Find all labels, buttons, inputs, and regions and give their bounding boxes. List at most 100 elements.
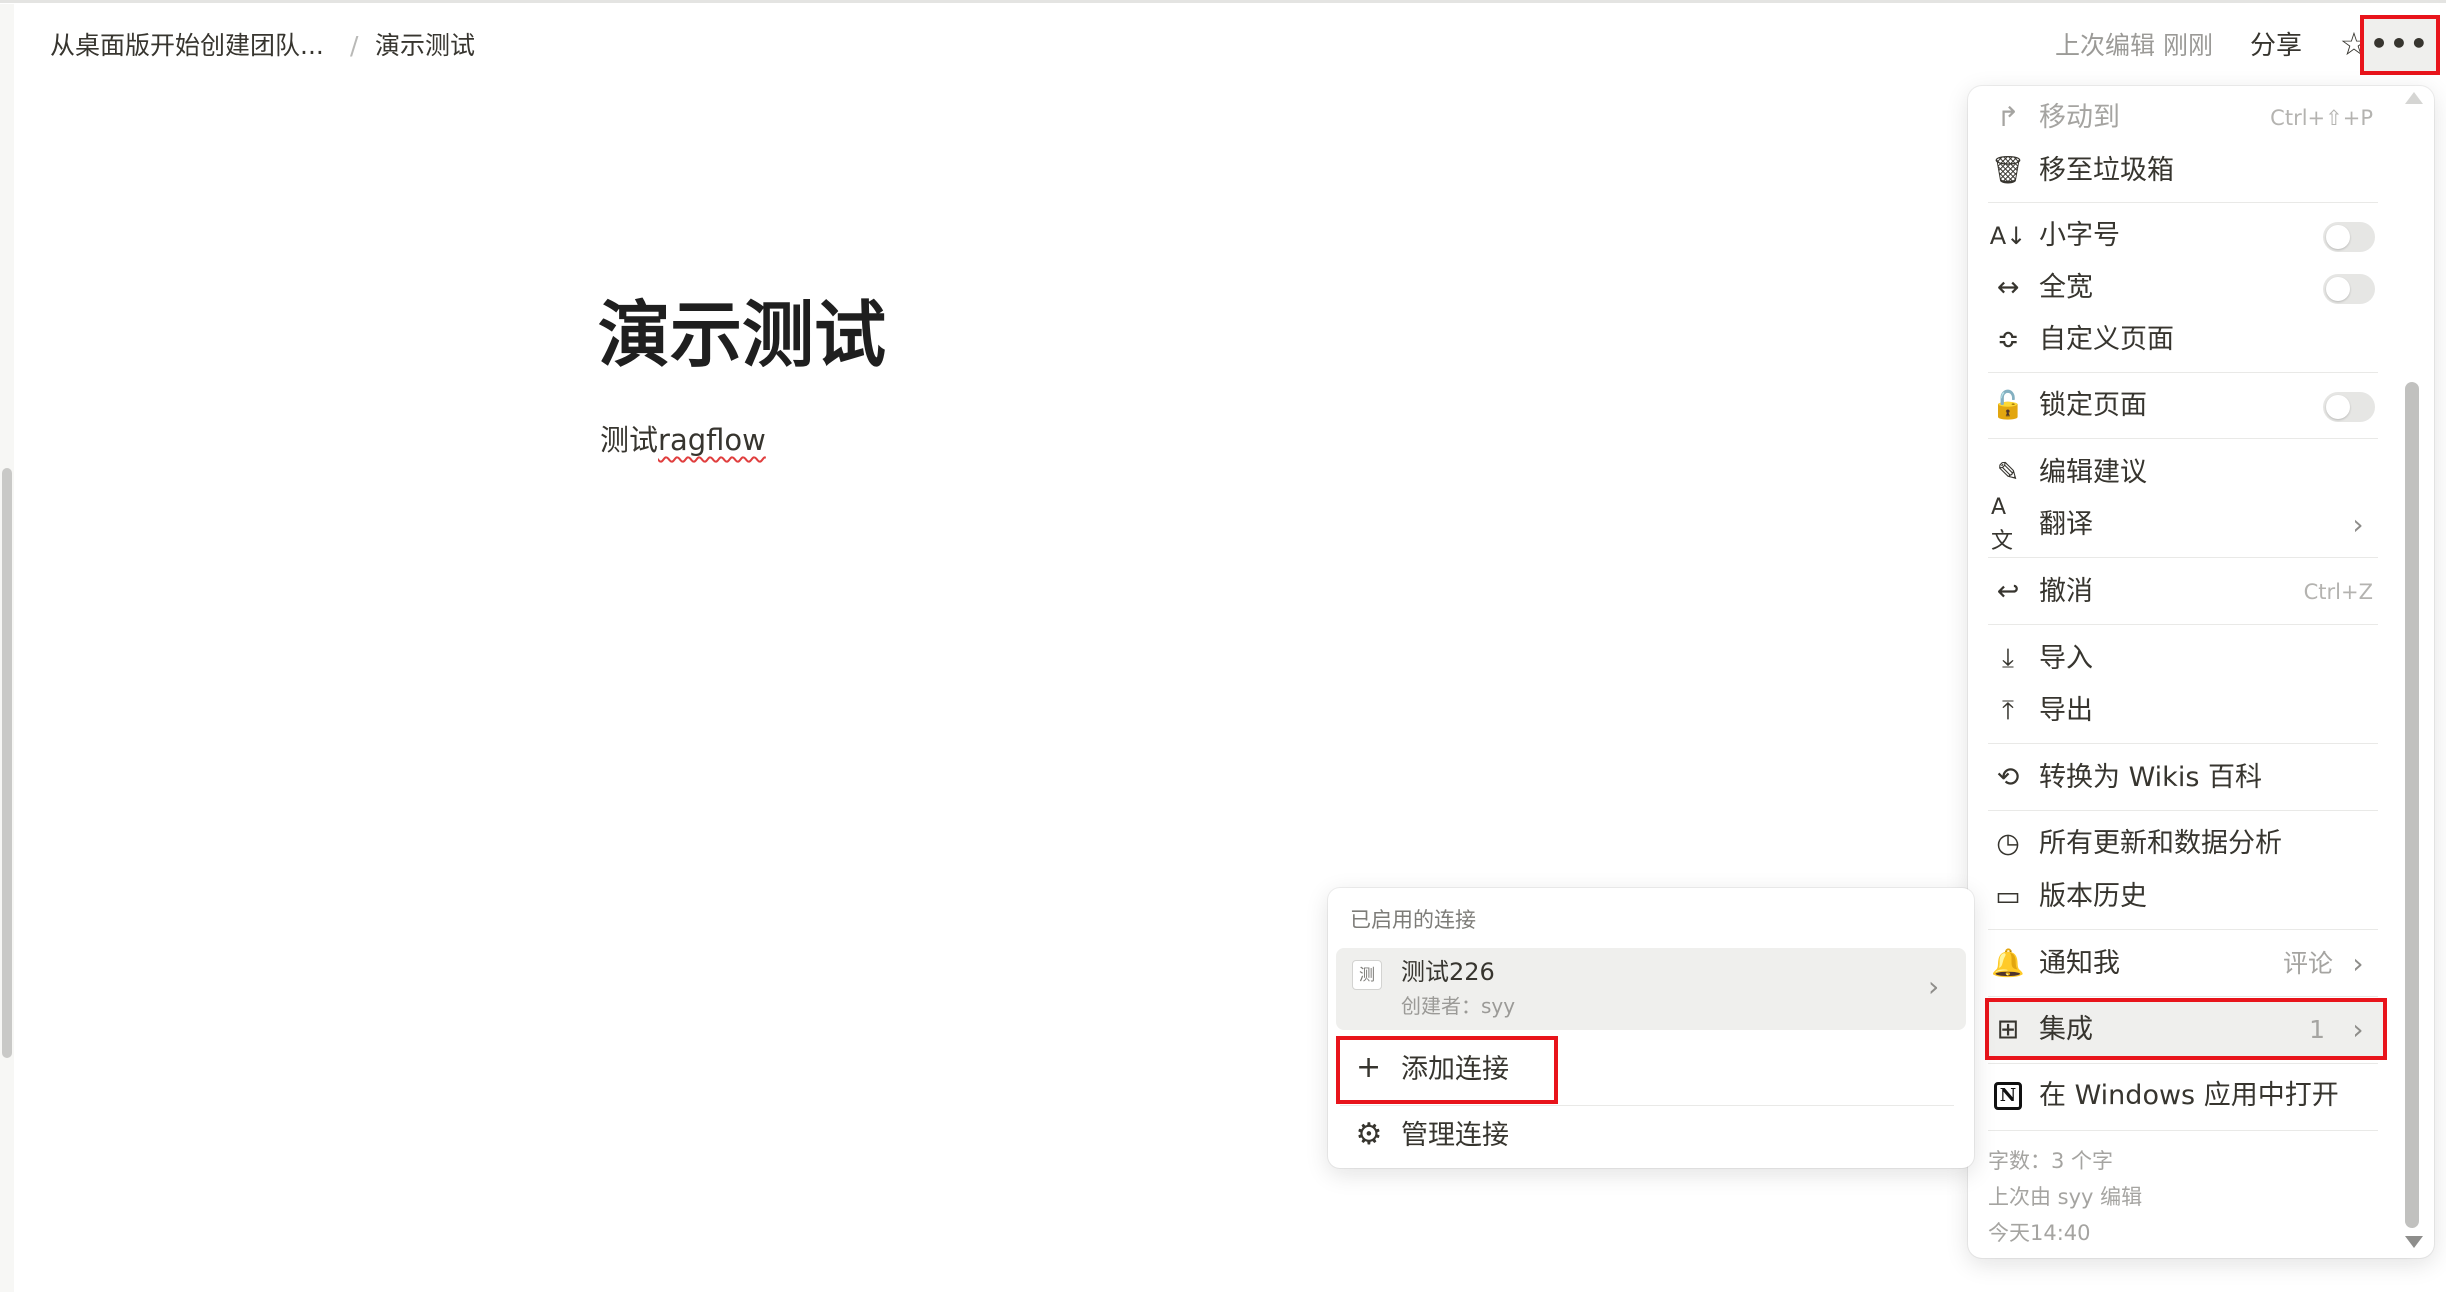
menu-item-updates-analytics[interactable]: ◷ 所有更新和数据分析 (1985, 821, 2379, 867)
menu-scroll-up-arrow[interactable] (2405, 92, 2423, 104)
lock-open-icon: 🔓 (1991, 390, 2025, 421)
breadcrumb-current[interactable]: 演示测试 (375, 28, 475, 64)
page-title[interactable]: 演示测试 (598, 290, 886, 380)
menu-item-open-in-windows[interactable]: N 在 Windows 应用中打开 (1985, 1073, 2379, 1119)
menu-divider (1988, 438, 2378, 439)
menu-item-label: 移至垃圾箱 (2039, 155, 2174, 186)
menu-divider (1988, 743, 2378, 744)
menu-item-import[interactable]: ⤓ 导入 (1985, 636, 2379, 682)
page-scrollbar[interactable] (2, 468, 12, 1058)
trash-icon: 🗑 (1990, 155, 2026, 186)
breadcrumb-parent[interactable]: 从桌面版开始创建团队... (50, 28, 324, 64)
breadcrumb-separator: / (350, 31, 359, 60)
gear-icon: ⚙ (1355, 1117, 1383, 1152)
menu-item-lock-page[interactable]: 🔓 锁定页面 (1985, 383, 2379, 429)
notion-icon: N (1994, 1082, 2022, 1110)
add-connection-label[interactable]: 添加连接 (1401, 1052, 1509, 1088)
bell-icon: 🔔 (1991, 948, 2025, 979)
arrow-turn-right-icon: ↱ (1996, 102, 2020, 133)
notify-value: 评论 (2282, 949, 2333, 978)
menu-item-label: 导入 (2039, 643, 2093, 674)
connection-creator: 创建者：syy (1401, 994, 1516, 1018)
page-body-text[interactable]: 测试ragflow (600, 420, 766, 460)
last-edited-time: 今天14:40 (1988, 1221, 2091, 1245)
chevron-right-icon: › (1928, 970, 1940, 1003)
chevron-right-icon: › (2352, 508, 2364, 541)
submenu-divider (1340, 1105, 1954, 1106)
menu-item-label: 撤消 (2039, 576, 2093, 607)
plus-icon: + (1356, 1050, 1382, 1085)
menu-divider (1988, 810, 2378, 811)
menu-item-label: 集成 (2039, 1014, 2093, 1045)
menu-divider (1988, 557, 2378, 558)
menu-item-label: 转换为 Wikis 百科 (2039, 762, 2262, 793)
export-icon: ⤒ (2002, 695, 2014, 726)
menu-scroll-down-arrow[interactable] (2405, 1236, 2423, 1248)
menu-item-label: 自定义页面 (2039, 324, 2174, 355)
menu-item-label: 锁定页面 (2039, 390, 2147, 421)
menu-item-full-width[interactable]: ↔ 全宽 (1985, 265, 2379, 311)
integrations-count: 1 (2309, 1015, 2325, 1044)
menu-item-customize-page[interactable]: ≎ 自定义页面 (1985, 317, 2379, 363)
menu-divider (1988, 202, 2378, 203)
word-count: 字数：3 个字 (1988, 1149, 2114, 1173)
edit-suggest-icon: ✎ (1996, 457, 2020, 488)
menu-item-integrations[interactable]: ⊞ 集成 1 › (1985, 1007, 2379, 1053)
connection-name: 测试226 (1401, 958, 1495, 986)
clock-icon: ◷ (1996, 828, 2020, 859)
lock-page-toggle[interactable] (2323, 392, 2375, 422)
menu-divider (1988, 372, 2378, 373)
menu-item-label: 编辑建议 (2039, 457, 2147, 488)
shortcut-hint: Ctrl+Z (2303, 580, 2373, 604)
menu-item-version-history[interactable]: ▭ 版本历史 (1985, 874, 2379, 920)
small-text-toggle[interactable] (2323, 222, 2375, 252)
menu-item-label: 导出 (2039, 695, 2093, 726)
menu-item-label: 在 Windows 应用中打开 (2039, 1080, 2339, 1111)
convert-icon: ⟲ (1996, 762, 2020, 793)
menu-item-undo[interactable]: ↩ 撤消 Ctrl+Z (1985, 569, 2379, 615)
undo-icon: ↩ (1996, 576, 2020, 607)
menu-item-move-to[interactable]: ↱ 移动到 Ctrl+⇧+P (1985, 95, 2379, 141)
connections-heading: 已启用的连接 (1350, 908, 1476, 932)
ellipsis-icon: ••• (2370, 27, 2430, 60)
notion-icon-wrap: N (1991, 1079, 2025, 1113)
menu-item-label: 通知我 (2039, 948, 2120, 979)
menu-item-translate[interactable]: A文 翻译 › (1985, 495, 2379, 554)
menu-divider (1988, 1063, 2378, 1064)
import-icon: ⤓ (2002, 643, 2014, 674)
last-edited-status: 上次编辑 刚刚 (2055, 31, 2213, 60)
connection-avatar: 测 (1352, 960, 1382, 990)
last-edited-by: 上次由 syy 编辑 (1988, 1185, 2143, 1209)
menu-divider (1988, 1130, 2378, 1131)
menu-item-label: 所有更新和数据分析 (2039, 828, 2282, 859)
menu-divider (1988, 996, 2378, 997)
menu-item-trash[interactable]: 🗑 移至垃圾箱 (1985, 148, 2379, 194)
chevron-right-icon: › (2352, 947, 2364, 980)
menu-item-small-text[interactable]: A↓ 小字号 (1985, 213, 2379, 259)
chevron-right-icon: › (2352, 1013, 2364, 1046)
shortcut-hint: Ctrl+⇧+P (2270, 106, 2373, 130)
share-button[interactable]: 分享 (2250, 28, 2302, 64)
menu-item-label: 全宽 (2039, 272, 2093, 303)
misspelled-word: ragflow (658, 423, 766, 457)
menu-item-label: 版本历史 (2039, 881, 2147, 912)
menu-item-label: 小字号 (2039, 220, 2120, 251)
menu-divider (1988, 929, 2378, 930)
window-top-border (0, 0, 2446, 4)
menu-item-notify-me[interactable]: 🔔 通知我 评论 › (1985, 941, 2379, 987)
menu-scrollbar-thumb[interactable] (2405, 382, 2419, 1228)
menu-item-label: 移动到 (2039, 102, 2120, 133)
translate-icon: A文 (1991, 495, 2014, 554)
more-options-button[interactable]: ••• (2360, 15, 2440, 75)
grid-icon: ⊞ (1996, 1014, 2020, 1045)
menu-item-export[interactable]: ⤒ 导出 (1985, 688, 2379, 734)
menu-item-convert-wiki[interactable]: ⟲ 转换为 Wikis 百科 (1985, 755, 2379, 801)
sliders-icon: ≎ (1996, 324, 2020, 355)
menu-item-suggest-edits[interactable]: ✎ 编辑建议 (1985, 450, 2379, 496)
menu-item-label: 翻译 (2039, 509, 2093, 540)
manage-connections-button[interactable]: 管理连接 (1401, 1118, 1509, 1154)
history-icon: ▭ (1995, 881, 2021, 912)
font-size-icon: A↓ (1989, 222, 2027, 250)
menu-divider (1988, 624, 2378, 625)
full-width-toggle[interactable] (2323, 274, 2375, 304)
